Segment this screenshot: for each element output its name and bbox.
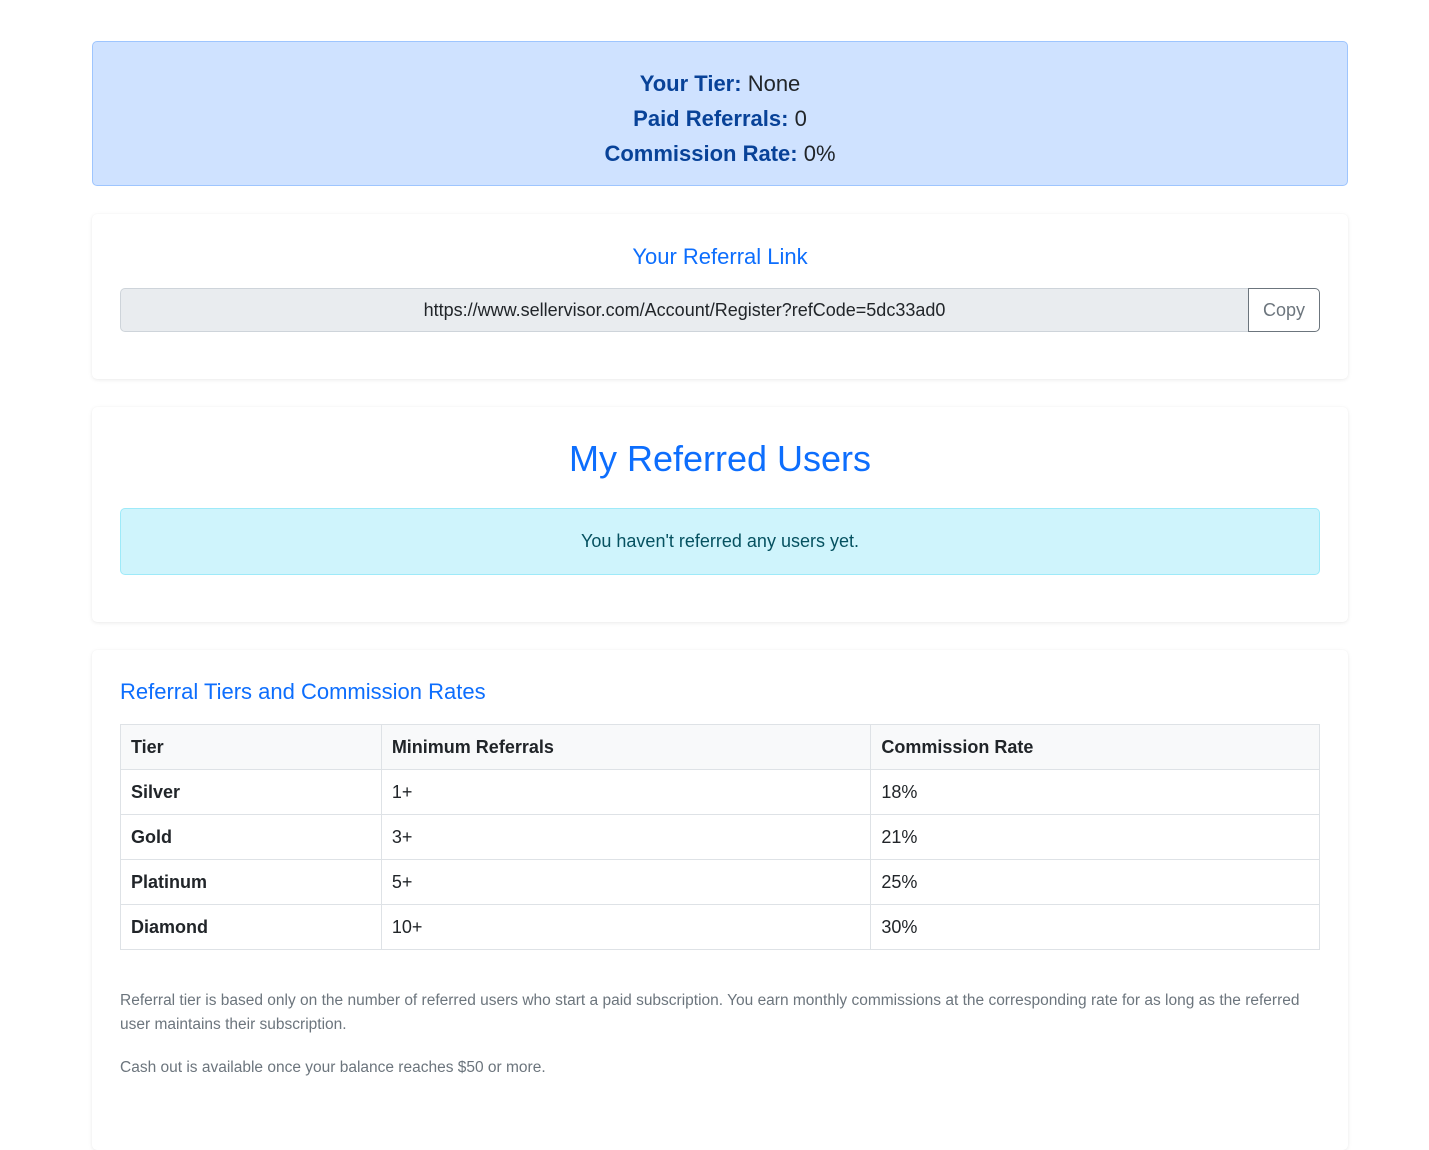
referral-link-title: Your Referral Link	[632, 244, 808, 269]
min-referrals-cell: 3+	[380, 814, 872, 860]
tiers-card: Referral Tiers and Commission Rates Tier…	[92, 650, 1348, 1150]
min-referrals-cell: 10+	[380, 904, 872, 950]
referred-users-card: My Referred Users You haven't referred a…	[92, 407, 1348, 622]
tier-explanation-note: Referral tier is based only on the numbe…	[120, 992, 1300, 1033]
paid-referrals-line: Paid Referrals: 0	[93, 101, 1347, 136]
column-header-minimum-referrals: Minimum Referrals	[380, 724, 872, 770]
tier-summary-alert: Your Tier: None Paid Referrals: 0 Commis…	[92, 41, 1348, 186]
paid-referrals-value: 0	[794, 106, 807, 131]
tier-cell: Gold	[120, 814, 382, 860]
tier-value: None	[747, 71, 801, 96]
no-referrals-alert: You haven't referred any users yet.	[120, 508, 1320, 575]
table-row: Gold 3+ 21%	[120, 814, 1320, 860]
tier-cell: Platinum	[120, 859, 382, 905]
commission-rate-label: Commission Rate:	[604, 141, 798, 166]
referral-link-input[interactable]	[120, 288, 1248, 332]
copy-button[interactable]: Copy	[1248, 288, 1320, 332]
tier-cell: Diamond	[120, 904, 382, 950]
min-referrals-cell: 1+	[380, 769, 872, 815]
tier-label: Your Tier:	[639, 71, 742, 96]
rate-cell: 18%	[870, 769, 1320, 815]
referral-link-card: Your Referral Link Copy	[92, 214, 1348, 379]
table-row: Diamond 10+ 30%	[120, 904, 1320, 950]
column-header-commission-rate: Commission Rate	[870, 724, 1320, 770]
commission-rate-value: 0%	[803, 141, 836, 166]
table-header-row: Tier Minimum Referrals Commission Rate	[120, 724, 1320, 770]
column-header-tier: Tier	[120, 724, 382, 770]
referral-link-group: Copy	[120, 288, 1320, 332]
paid-referrals-label: Paid Referrals:	[633, 106, 789, 131]
rate-cell: 21%	[870, 814, 1320, 860]
tiers-title: Referral Tiers and Commission Rates	[120, 679, 486, 704]
tiers-table: Tier Minimum Referrals Commission Rate S…	[120, 724, 1320, 950]
min-referrals-cell: 5+	[380, 859, 872, 905]
tier-cell: Silver	[120, 769, 382, 815]
table-row: Platinum 5+ 25%	[120, 859, 1320, 905]
cash-out-note: Cash out is available once your balance …	[120, 1059, 546, 1076]
rate-cell: 25%	[870, 859, 1320, 905]
table-row: Silver 1+ 18%	[120, 769, 1320, 815]
tier-line: Your Tier: None	[93, 66, 1347, 101]
referral-page: Your Tier: None Paid Referrals: 0 Commis…	[92, 41, 1348, 1150]
rate-cell: 30%	[870, 904, 1320, 950]
referred-users-title: My Referred Users	[568, 438, 872, 479]
commission-rate-line: Commission Rate: 0%	[93, 136, 1347, 171]
